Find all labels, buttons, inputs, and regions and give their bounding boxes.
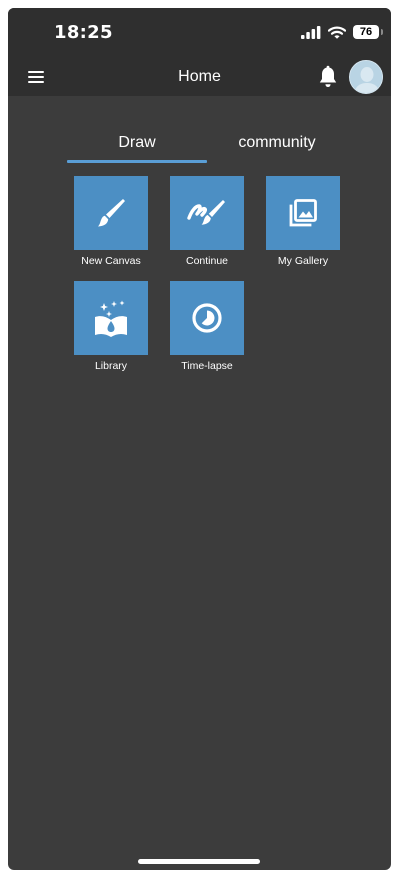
signal-icon (301, 25, 321, 39)
library-button[interactable]: Library (74, 281, 148, 372)
continue-tile[interactable] (170, 176, 244, 250)
tile-label: My Gallery (277, 255, 329, 267)
book-sparkle-icon (95, 300, 127, 337)
timelapse-icon (192, 303, 222, 333)
active-tab-indicator (67, 160, 207, 163)
home-indicator[interactable] (138, 859, 260, 864)
paint-strokes-icon (187, 200, 225, 225)
user-silhouette-icon (350, 61, 382, 93)
tab-bar: Draw community (67, 130, 347, 166)
time-lapse-tile[interactable] (170, 281, 244, 355)
avatar[interactable] (349, 60, 383, 94)
continue-button[interactable]: Continue (170, 176, 244, 267)
my-gallery-button[interactable]: My Gallery (266, 176, 340, 267)
status-icons: 76 (301, 25, 383, 39)
tab-community[interactable]: community (207, 130, 347, 164)
battery-icon: 76 (353, 25, 383, 39)
tile-label: Time-lapse (181, 360, 233, 372)
library-tile[interactable] (74, 281, 148, 355)
my-gallery-tile[interactable] (266, 176, 340, 250)
photo-library-icon (289, 199, 317, 227)
tab-draw[interactable]: Draw (67, 130, 207, 164)
time-lapse-button[interactable]: Time-lapse (170, 281, 244, 372)
status-time: 18:25 (54, 22, 113, 43)
new-canvas-tile[interactable] (74, 176, 148, 250)
app-header: Home (8, 60, 391, 96)
wifi-icon (328, 26, 346, 39)
app-screen: 18:25 76 Home Draw community New Canvas … (8, 8, 391, 870)
new-canvas-button[interactable]: New Canvas (74, 176, 148, 267)
status-bar: 18:25 76 (8, 8, 391, 60)
paintbrush-icon (98, 199, 125, 227)
bell-icon[interactable] (317, 65, 339, 89)
